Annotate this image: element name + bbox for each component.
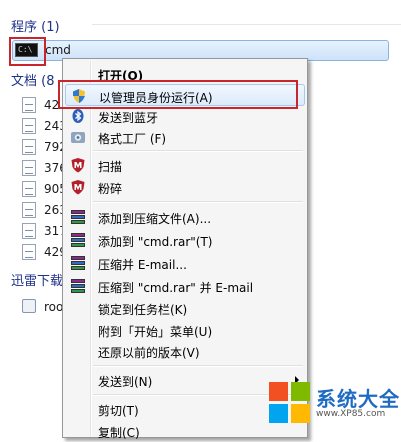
file-icon <box>22 299 36 313</box>
menu-item-pin-start[interactable]: 附到「开始」菜单(U) <box>65 319 305 341</box>
menu-item-label: 还原以前的版本(V) <box>98 346 200 360</box>
highlight-box-cmd <box>9 37 46 66</box>
winrar-icon <box>70 209 86 225</box>
highlight-box-run-as-admin <box>58 80 298 109</box>
menu-item-add-rar[interactable]: 添加到 "cmd.rar"(T) <box>65 229 305 251</box>
section-programs-heading: 程序 (1) <box>11 20 60 35</box>
menu-separator <box>93 150 303 152</box>
menu-item-compress-email[interactable]: 压缩并 E-mail... <box>65 252 305 274</box>
document-name: 42 <box>44 98 60 112</box>
document-icon <box>22 118 36 134</box>
menu-item-label: 格式工厂 (F) <box>98 132 167 146</box>
document-icon <box>22 223 36 239</box>
document-icon <box>22 160 36 176</box>
section-downloads-heading: 迅雷下载 <box>11 274 64 289</box>
menu-item-label: 附到「开始」菜单(U) <box>98 325 213 339</box>
menu-item-compress-rar-email[interactable]: 压缩到 "cmd.rar" 并 E-mail <box>65 275 305 297</box>
menu-separator <box>93 201 303 203</box>
watermark-title: 系统大全 <box>316 387 400 411</box>
document-icon <box>22 244 36 260</box>
menu-item-pin-taskbar[interactable]: 锁定到任务栏(K) <box>65 297 305 319</box>
section-rule <box>92 24 401 25</box>
windows-logo-icon <box>269 382 311 424</box>
document-icon <box>22 202 36 218</box>
menu-item-label: 扫描 <box>98 160 123 174</box>
menu-item-label: 发送到(N) <box>98 375 153 389</box>
menu-item-format-factory[interactable]: 格式工厂 (F) <box>65 126 305 148</box>
antivirus-shield-icon <box>70 179 86 195</box>
menu-item-add-archive[interactable]: 添加到压缩文件(A)... <box>65 206 305 228</box>
menu-item-label: 锁定到任务栏(K) <box>98 303 188 317</box>
menu-item-label: 粉碎 <box>98 182 123 196</box>
document-icon <box>22 139 36 155</box>
menu-item-shred[interactable]: 粉碎 <box>65 176 305 198</box>
bluetooth-icon <box>70 108 86 124</box>
document-icon <box>22 181 36 197</box>
winrar-icon <box>70 232 86 248</box>
download-name: roo <box>44 300 64 314</box>
menu-item-label: 压缩到 "cmd.rar" 并 E-mail <box>98 281 254 295</box>
winrar-icon <box>70 278 86 294</box>
watermark-logo: 系统大全 www.XP85.com <box>265 378 401 430</box>
menu-item-label: 压缩并 E-mail... <box>98 258 187 272</box>
menu-item-label: 剪切(T) <box>98 404 139 418</box>
menu-item-scan[interactable]: 扫描 <box>65 154 305 176</box>
menu-item-restore-versions[interactable]: 还原以前的版本(V) <box>65 340 305 362</box>
antivirus-shield-icon <box>70 157 86 173</box>
watermark-url: www.XP85.com <box>316 409 386 419</box>
menu-separator <box>93 365 303 367</box>
menu-item-label: 添加到压缩文件(A)... <box>98 212 212 226</box>
section-documents-heading: 文档 (8 <box>11 74 55 89</box>
menu-item-label: 发送到蓝牙 <box>98 111 159 125</box>
result-cmd-label: cmd <box>45 43 71 57</box>
format-factory-icon <box>70 129 86 145</box>
menu-item-label: 添加到 "cmd.rar"(T) <box>98 235 213 249</box>
menu-item-label: 复制(C) <box>98 426 140 440</box>
winrar-icon <box>70 255 86 271</box>
document-icon <box>22 97 36 113</box>
